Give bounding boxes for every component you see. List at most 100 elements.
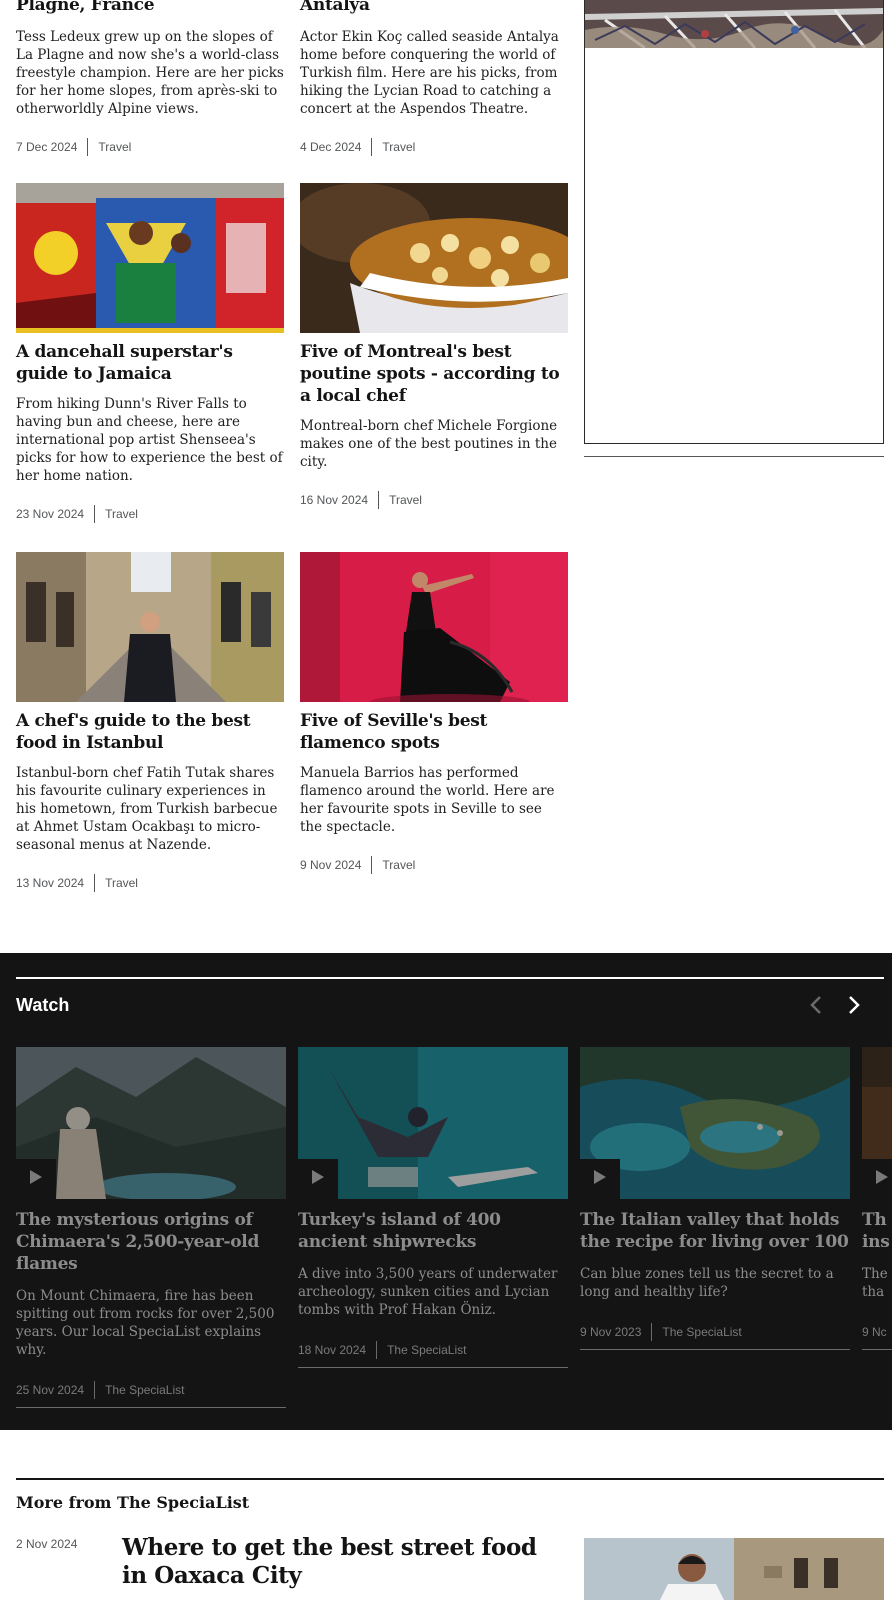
video-thumbnail[interactable] bbox=[862, 1047, 892, 1199]
video-card-shipwrecks[interactable]: Turkey's island of 400 ancient shipwreck… bbox=[298, 1047, 568, 1368]
article-date: 7 Dec 2024 bbox=[16, 140, 78, 154]
video-description: The tha bbox=[862, 1266, 888, 1300]
video-date: 9 Nov 2023 bbox=[580, 1325, 642, 1339]
article-description: From hiking Dunn's River Falls to having… bbox=[16, 396, 283, 484]
article-image-mural[interactable] bbox=[16, 183, 284, 333]
video-meta: 18 Nov 2024 The SpeciaList bbox=[298, 1341, 568, 1359]
article-title[interactable]: A chef's guide to the best food in Istan… bbox=[16, 710, 284, 754]
video-section[interactable]: The SpeciaList bbox=[105, 1383, 184, 1397]
article-card-istanbul[interactable]: A chef's guide to the best food in Istan… bbox=[16, 552, 284, 892]
article-title[interactable]: Five of Seville's best flamenco spots bbox=[300, 710, 568, 754]
video-card-chimaera[interactable]: The mysterious origins of Chimaera's 2,5… bbox=[16, 1047, 286, 1408]
article-card-jamaica[interactable]: A dancehall superstar's guide to Jamaica… bbox=[16, 183, 284, 523]
card-underline bbox=[16, 1407, 286, 1408]
play-button[interactable] bbox=[862, 1159, 892, 1199]
watch-section: Watch The mysterious origins of Chimaera… bbox=[0, 953, 892, 1430]
article-description: Montreal-born chef Michele Forgione make… bbox=[300, 418, 558, 470]
card-underline bbox=[862, 1349, 892, 1350]
video-description: A dive into 3,500 years of underwater ar… bbox=[298, 1266, 558, 1318]
video-meta: 9 Nov 2023 The SpeciaList bbox=[580, 1323, 850, 1341]
more-article-image[interactable] bbox=[584, 1538, 884, 1600]
article-meta: 13 Nov 2024 Travel bbox=[16, 874, 284, 892]
article-meta: 16 Nov 2024 Travel bbox=[300, 491, 568, 509]
meta-divider bbox=[378, 491, 380, 509]
article-card-montreal[interactable]: Five of Montreal's best poutine spots - … bbox=[300, 183, 568, 509]
article-title[interactable]: Antalya bbox=[300, 0, 370, 16]
more-article-title[interactable]: Where to get the best street food in Oax… bbox=[122, 1534, 562, 1590]
video-date: 18 Nov 2024 bbox=[298, 1343, 367, 1357]
video-thumbnail[interactable] bbox=[298, 1047, 568, 1199]
watch-heading[interactable]: Watch bbox=[16, 995, 69, 1016]
article-image-chef-street[interactable] bbox=[16, 552, 284, 702]
chevron-right-icon bbox=[846, 995, 862, 1019]
article-card-la-plagne[interactable]: Plagne, France Tess Ledeux grew up on th… bbox=[16, 0, 284, 156]
article-description: Actor Ekin Koç called seaside Antalya ho… bbox=[300, 29, 559, 117]
chevron-left-icon bbox=[808, 995, 824, 1019]
article-section[interactable]: Travel bbox=[382, 140, 415, 154]
video-date: 9 Nc bbox=[862, 1325, 887, 1339]
article-date: 13 Nov 2024 bbox=[16, 876, 85, 890]
article-description: Tess Ledeux grew up on the slopes of La … bbox=[16, 29, 284, 117]
article-title[interactable]: Five of Montreal's best poutine spots - … bbox=[300, 341, 568, 407]
article-date: 9 Nov 2024 bbox=[300, 858, 362, 872]
video-description: On Mount Chimaera, fire has been spittin… bbox=[16, 1288, 275, 1358]
video-meta: 9 Nc bbox=[862, 1323, 892, 1341]
card-underline bbox=[298, 1367, 568, 1368]
video-title[interactable]: Turkey's island of 400 ancient shipwreck… bbox=[298, 1209, 568, 1253]
meta-divider bbox=[94, 874, 96, 892]
article-date: 4 Dec 2024 bbox=[300, 140, 362, 154]
article-description: Manuela Barrios has performed flamenco a… bbox=[300, 765, 555, 835]
advert-box[interactable] bbox=[584, 0, 884, 444]
video-section[interactable]: The SpeciaList bbox=[387, 1343, 466, 1357]
advert-image[interactable] bbox=[585, 0, 883, 48]
video-title[interactable]: Th ins bbox=[862, 1209, 892, 1253]
play-button[interactable] bbox=[298, 1159, 338, 1199]
article-card-seville[interactable]: Five of Seville's best flamenco spots Ma… bbox=[300, 552, 568, 874]
video-date: 25 Nov 2024 bbox=[16, 1383, 85, 1397]
article-meta: 7 Dec 2024 Travel bbox=[16, 138, 284, 156]
article-section[interactable]: Travel bbox=[105, 876, 138, 890]
more-divider bbox=[16, 1478, 884, 1480]
play-button[interactable] bbox=[580, 1159, 620, 1199]
video-title[interactable]: The Italian valley that holds the recipe… bbox=[580, 1209, 850, 1253]
thumbnail-overlay bbox=[298, 1047, 568, 1199]
article-image-poutine[interactable] bbox=[300, 183, 568, 333]
play-icon bbox=[311, 1169, 325, 1189]
video-thumbnail[interactable] bbox=[580, 1047, 850, 1199]
thumbnail-overlay bbox=[580, 1047, 850, 1199]
thumbnail-overlay bbox=[16, 1047, 286, 1199]
video-title[interactable]: The mysterious origins of Chimaera's 2,5… bbox=[16, 1209, 286, 1275]
article-section[interactable]: Travel bbox=[105, 507, 138, 521]
article-date: 23 Nov 2024 bbox=[16, 507, 85, 521]
video-card-italian-valley[interactable]: The Italian valley that holds the recipe… bbox=[580, 1047, 850, 1350]
article-section[interactable]: Travel bbox=[382, 858, 415, 872]
watch-divider bbox=[16, 977, 884, 979]
video-section[interactable]: The SpeciaList bbox=[662, 1325, 741, 1339]
card-underline bbox=[580, 1349, 850, 1350]
article-card-antalya[interactable]: Antalya Actor Ekin Koç called seaside An… bbox=[300, 0, 568, 156]
more-article-date: 2 Nov 2024 bbox=[16, 1537, 78, 1551]
article-title[interactable]: A dancehall superstar's guide to Jamaica bbox=[16, 341, 284, 385]
more-heading[interactable]: More from The SpeciaList bbox=[16, 1493, 249, 1512]
meta-divider bbox=[371, 138, 373, 156]
article-section[interactable]: Travel bbox=[98, 140, 131, 154]
carousel-next-button[interactable] bbox=[840, 993, 868, 1021]
carousel-prev-button[interactable] bbox=[802, 993, 830, 1021]
video-meta: 25 Nov 2024 The SpeciaList bbox=[16, 1381, 286, 1399]
video-card-partial[interactable]: Th ins The tha 9 Nc bbox=[862, 1047, 892, 1350]
meta-divider bbox=[87, 138, 89, 156]
video-description: Can blue zones tell us the secret to a l… bbox=[580, 1266, 834, 1300]
meta-divider bbox=[371, 856, 373, 874]
advert-divider bbox=[584, 456, 884, 457]
play-icon bbox=[593, 1169, 607, 1189]
play-icon bbox=[875, 1169, 889, 1189]
article-image-flamenco[interactable] bbox=[300, 552, 568, 702]
meta-divider bbox=[94, 505, 96, 523]
video-thumbnail[interactable] bbox=[16, 1047, 286, 1199]
meta-divider bbox=[94, 1381, 96, 1399]
article-section[interactable]: Travel bbox=[389, 493, 422, 507]
play-button[interactable] bbox=[16, 1159, 56, 1199]
article-meta: 4 Dec 2024 Travel bbox=[300, 138, 568, 156]
article-description: Istanbul-born chef Fatih Tutak shares hi… bbox=[16, 765, 278, 853]
article-title[interactable]: Plagne, France bbox=[16, 0, 155, 16]
